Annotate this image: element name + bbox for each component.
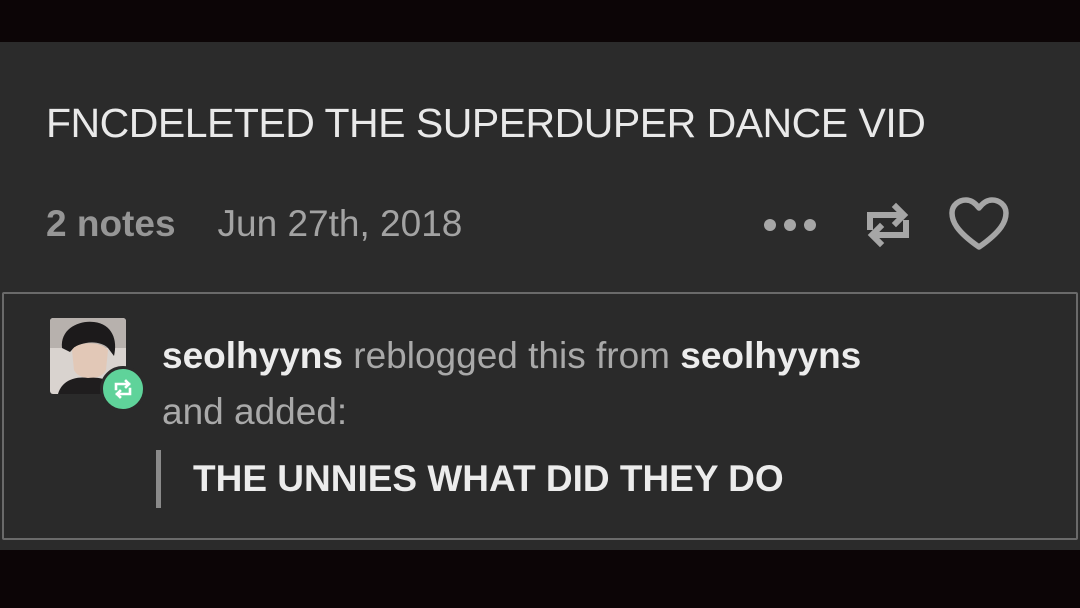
reblog-badge-icon [100,366,146,412]
ellipsis-icon[interactable] [760,215,820,235]
reblogger-username[interactable]: seolhyyns [162,335,343,376]
heart-icon[interactable] [948,197,1010,253]
post-card: FNCDELETED THE SUPERDUPER DANCE VID 2 no… [0,42,1080,550]
reblog-panel: seolhyyns reblogged this from seolhyyns … [2,292,1078,540]
reblog-icon[interactable] [860,197,916,253]
notes-count[interactable]: 2 notes [46,203,176,245]
post-actions [760,197,1010,253]
reblog-suffix: and added: [162,391,348,432]
reblog-comment: THE UNNIES WHAT DID THEY DO [156,450,784,508]
post-meta: 2 notes Jun 27th, 2018 [46,202,462,246]
reblog-attribution: seolhyyns reblogged this from seolhyyns … [162,328,1042,440]
reblog-verb: reblogged this from [353,335,670,376]
post-date[interactable]: Jun 27th, 2018 [218,203,463,245]
post-text: FNCDELETED THE SUPERDUPER DANCE VID [46,100,926,146]
source-username[interactable]: seolhyyns [680,335,861,376]
